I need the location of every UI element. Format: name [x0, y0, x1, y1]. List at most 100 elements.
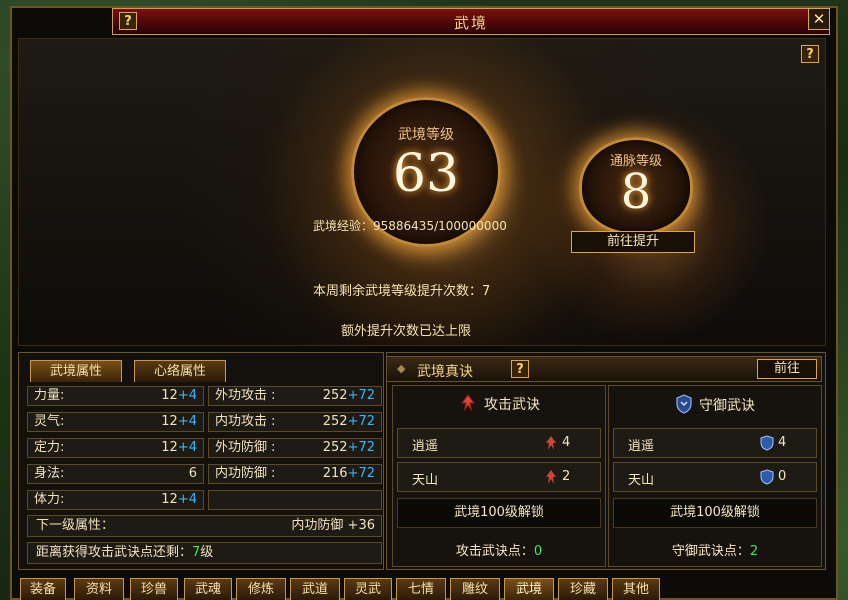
tab-equipment[interactable]: 装备	[20, 578, 66, 600]
next-level-value: 内功防御 +36	[291, 518, 375, 533]
attack-points-value: 0	[533, 544, 543, 559]
tab-other[interactable]: 其他	[612, 578, 660, 600]
attr-name: 体力	[34, 492, 61, 507]
attr-name: 力量	[34, 388, 61, 403]
tab-collection[interactable]: 珍藏	[558, 578, 608, 600]
attack-icon	[546, 436, 556, 450]
skill-name: 天山	[628, 473, 655, 488]
diamond-icon: ◆	[397, 362, 406, 375]
left-attr-panel	[18, 352, 384, 570]
right-panel-header: ◆ 武境真诀 ? 前往	[386, 356, 822, 382]
attr-row: 身法: 6	[27, 464, 204, 484]
shield-icon	[760, 469, 774, 485]
distance-row: 距离获得攻击武诀点还剩：7级	[27, 542, 382, 564]
attack-unlock-slot: 武境100级解锁	[397, 498, 601, 528]
attr-row: 力量: 12+4	[27, 386, 204, 406]
goto-button[interactable]: 前往	[757, 359, 817, 379]
distance-suffix: 级	[200, 545, 214, 560]
attr-row: 灵气: 12+4	[27, 412, 204, 432]
defense-unlock-slot: 武境100级解锁	[613, 498, 817, 528]
defense-skill-row[interactable]: 天山 0	[613, 462, 817, 492]
tab-wujing[interactable]: 武境	[504, 578, 554, 600]
defense-column: 守御武诀 逍遥 4 天山 0 武境100级解锁 守御武诀点：2	[608, 385, 822, 567]
defense-points-label: 守御武诀点：	[671, 544, 750, 559]
tab-pets[interactable]: 珍兽	[130, 578, 178, 600]
weekly-remaining-text: 本周剩余武境等级提升次数：7	[313, 284, 491, 299]
defense-title: 守御武诀	[699, 398, 755, 414]
tab-wujing-attr[interactable]: 武境属性	[30, 360, 122, 382]
tab-lingwu[interactable]: 灵武	[344, 578, 392, 600]
tongmai-level-orb: 通脉等级 8	[579, 137, 693, 235]
attack-icon	[546, 470, 556, 484]
attr-name: 外功防御	[215, 440, 268, 455]
tab-diaowen[interactable]: 雕纹	[450, 578, 500, 600]
tab-wuhun[interactable]: 武魂	[184, 578, 232, 600]
skill-name: 逍遥	[628, 439, 655, 454]
attr-name: 内功防御	[215, 466, 268, 481]
attr-row-empty	[208, 490, 382, 510]
attack-title-wrap: 攻击武诀	[393, 394, 605, 414]
attack-skill-row[interactable]: 天山 2	[397, 462, 601, 492]
attack-icon	[461, 394, 475, 412]
attr-row: 内功防御: 216+72	[208, 464, 382, 484]
attr-base: 252	[322, 388, 348, 403]
attr-row: 外功防御: 252+72	[208, 438, 382, 458]
skill-value: 0	[778, 469, 787, 484]
attr-bonus: +72	[347, 388, 375, 403]
help-icon-right[interactable]: ?	[511, 360, 529, 378]
skill-name: 逍遥	[412, 439, 439, 454]
defense-points-value: 2	[749, 544, 759, 559]
attr-bonus: +4	[177, 492, 197, 507]
attack-points-label: 攻击武诀点：	[455, 544, 534, 559]
tab-wudao[interactable]: 武道	[290, 578, 340, 600]
close-button[interactable]: ✕	[808, 8, 830, 30]
right-panel-title: 武境真诀	[417, 364, 473, 380]
next-level-label: 下一级属性：	[36, 518, 115, 533]
attr-base: 252	[322, 440, 348, 455]
hero-area: ? 武境等级 63 通脉等级 8 前往提升 武境经验：95886435/1000…	[18, 38, 826, 346]
tab-xinluo-attr[interactable]: 心络属性	[134, 360, 226, 382]
help-icon-hero[interactable]: ?	[801, 45, 819, 63]
tab-training[interactable]: 修炼	[236, 578, 286, 600]
attr-row: 体力: 12+4	[27, 490, 204, 510]
attr-bonus: +72	[347, 466, 375, 481]
help-icon[interactable]: ?	[119, 12, 137, 30]
attr-base: 12	[161, 492, 178, 507]
attr-bonus: +72	[347, 440, 375, 455]
attack-skill-row[interactable]: 逍遥 4	[397, 428, 601, 458]
wujing-exp-text: 武境经验：95886435/100000000	[313, 219, 507, 233]
defense-points-row: 守御武诀点：2	[609, 540, 821, 559]
title-bar[interactable]: 武境	[112, 8, 830, 35]
wujing-level-value: 63	[392, 144, 460, 204]
attr-name: 定力	[34, 440, 61, 455]
defense-title-wrap: 守御武诀	[609, 394, 821, 415]
attr-row: 内功攻击: 252+72	[208, 412, 382, 432]
attr-name: 灵气	[34, 414, 61, 429]
attr-name: 身法	[34, 466, 61, 481]
attack-points-row: 攻击武诀点：0	[393, 540, 605, 559]
attr-row: 外功攻击: 252+72	[208, 386, 382, 406]
attr-row: 定力: 12+4	[27, 438, 204, 458]
tongmai-level-value: 8	[620, 164, 652, 220]
attr-bonus: +4	[177, 388, 197, 403]
skill-value: 4	[778, 435, 787, 450]
goto-upgrade-button[interactable]: 前往提升	[571, 231, 695, 253]
attr-base: 252	[322, 414, 348, 429]
attr-base: 216	[322, 466, 348, 481]
attr-name: 内功攻击	[215, 414, 268, 429]
tab-profile[interactable]: 资料	[74, 578, 124, 600]
next-level-row: 下一级属性： 内功防御 +36	[27, 515, 382, 537]
attack-title: 攻击武诀	[484, 397, 540, 413]
attack-column: 攻击武诀 逍遥 4 天山 2 武境100级解锁 攻击武诀点：0	[392, 385, 606, 567]
attr-base: 6	[188, 466, 197, 481]
extra-limit-text: 额外提升次数已达上限	[341, 324, 472, 339]
defense-skill-row[interactable]: 逍遥 4	[613, 428, 817, 458]
shield-icon	[760, 435, 774, 451]
attr-name: 外功攻击	[215, 388, 268, 403]
tab-qiqing[interactable]: 七情	[396, 578, 446, 600]
attr-bonus: +4	[177, 440, 197, 455]
attr-bonus: +72	[347, 414, 375, 429]
distance-label: 距离获得攻击武诀点还剩：	[36, 545, 193, 560]
wujing-level-label: 武境等级	[398, 127, 454, 143]
attr-base: 12	[161, 388, 178, 403]
